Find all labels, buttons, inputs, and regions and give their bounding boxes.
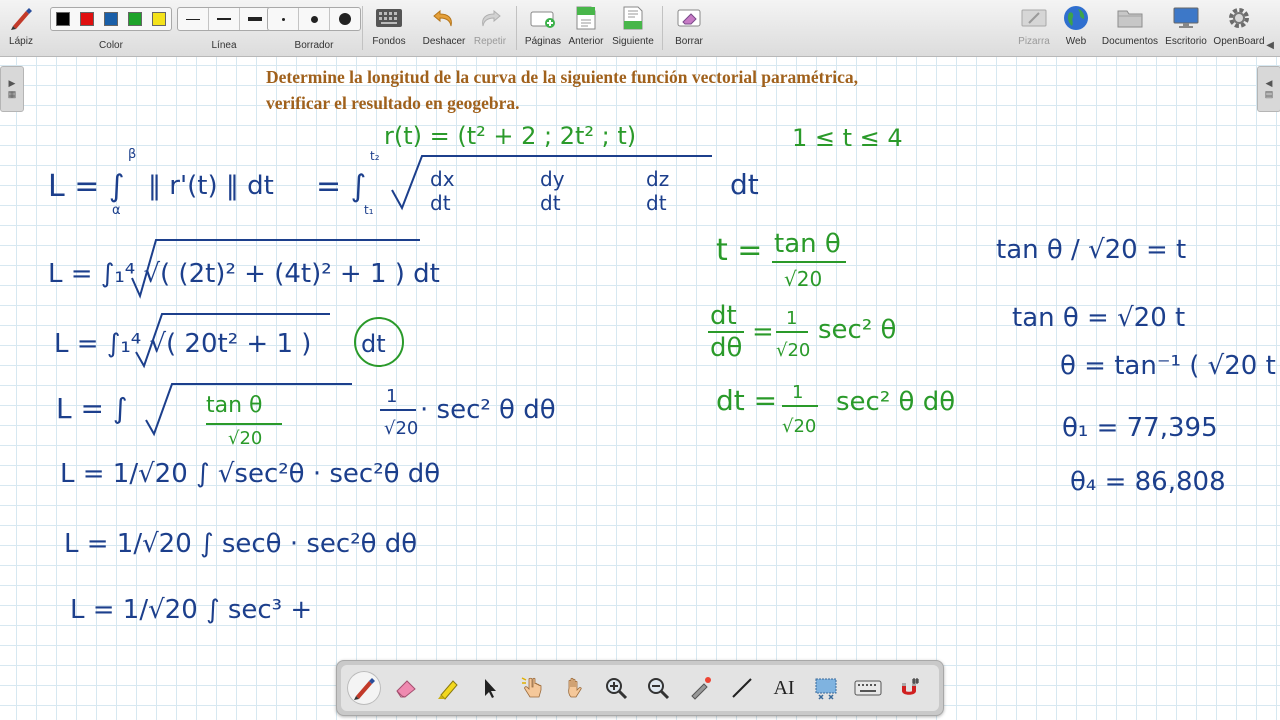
formula-l4-lhs: L = ∫ xyxy=(56,392,127,425)
substitution-3-rhs: sec² θ dθ xyxy=(836,387,955,417)
formula-l1-lower: α xyxy=(112,203,121,218)
formula-l4-rest: · sec² θ dθ xyxy=(420,395,556,425)
formula-l3: L = ∫₁⁴ √( 20t² + 1 ) xyxy=(54,329,311,359)
formula-l1-upper: β xyxy=(128,147,136,162)
substitution-2-dtheta: dθ xyxy=(710,333,742,363)
formula-l1-dy: dy xyxy=(540,167,565,191)
hand-icon xyxy=(568,677,582,698)
text-tool-button[interactable]: AI xyxy=(767,671,801,705)
pointing-hand-icon xyxy=(521,677,542,698)
pen-icon xyxy=(354,678,375,700)
equals-sign: = xyxy=(752,317,774,347)
right-note-2: tan θ = √20 t xyxy=(1012,303,1185,333)
substitution-2-one: 1 xyxy=(786,308,797,329)
cursor-arrow-icon xyxy=(485,679,496,698)
formula-l1-dz: dz xyxy=(646,167,669,191)
right-note-4: θ₁ = 77,395 xyxy=(1062,413,1218,443)
pen-tool-palette-button[interactable] xyxy=(347,671,381,705)
formula-l1-eq: = ∫ xyxy=(316,169,366,204)
formula-l1-t2: t₂ xyxy=(370,149,380,163)
substitution-1-den: √20 xyxy=(784,267,822,291)
stylus-palette: AI xyxy=(336,660,944,716)
formula-l4-factor-root: √20 xyxy=(384,418,418,439)
formula-l7: L = 1/√20 ∫ sec³ + xyxy=(70,595,312,625)
formula-l1-dt-2: dt xyxy=(540,191,561,215)
formula-l6: L = 1/√20 ∫ secθ · sec²θ dθ xyxy=(64,529,417,559)
selector-tool-button[interactable] xyxy=(473,671,507,705)
right-note-1: tan θ / √20 = t xyxy=(996,235,1186,265)
virtual-keyboard-button[interactable] xyxy=(851,671,885,705)
sub-tan-num: tan θ xyxy=(206,393,263,418)
text-icon: AI xyxy=(773,676,795,699)
handwriting-layer: L = ∫ α β ‖ r'(t) ‖ dt = ∫ t₁ t₂ dx dt d… xyxy=(48,122,1280,625)
line-icon xyxy=(732,678,752,698)
laser-pointer-icon xyxy=(691,677,711,700)
formula-l4-factor-one: 1 xyxy=(386,386,397,407)
formula-l3-dt: dt xyxy=(361,330,386,358)
substitution-3-lhs: dt = xyxy=(716,384,777,417)
zoom-out-icon xyxy=(648,678,670,700)
formula-l2: L = ∫₁⁴ √( (2t)² + (4t)² + 1 ) dt xyxy=(48,259,440,289)
highlighter-tool-button[interactable] xyxy=(431,671,465,705)
substitution-3-one: 1 xyxy=(792,382,803,403)
magnet-tool-button[interactable] xyxy=(893,671,927,705)
laser-pointer-button[interactable] xyxy=(683,671,717,705)
formula-l1-dt-3: dt xyxy=(646,191,667,215)
line-tool-button[interactable] xyxy=(725,671,759,705)
keyboard-icon xyxy=(854,680,882,696)
substitution-3-root: √20 xyxy=(782,416,816,437)
right-note-5: θ₄ = 86,808 xyxy=(1070,467,1226,497)
formula-l1-dt: dt xyxy=(730,168,759,201)
substitution-2-dt: dt xyxy=(710,301,737,331)
substitution-2-root: √20 xyxy=(776,340,810,361)
substitution-1-num: tan θ xyxy=(774,229,841,259)
formula-l1-dt-1: dt xyxy=(430,191,451,215)
vector-function: r(t) = (t² + 2 ; 2t² ; t) xyxy=(384,122,636,150)
capture-icon xyxy=(815,678,837,700)
parameter-interval: 1 ≤ t ≤ 4 xyxy=(792,124,903,152)
eraser-icon xyxy=(396,680,416,698)
zoom-in-icon xyxy=(606,678,628,700)
magnet-icon xyxy=(902,678,919,695)
substitution-1-lhs: t = xyxy=(716,233,762,268)
stylus-palette-inner: AI xyxy=(341,665,939,711)
interact-tool-button[interactable] xyxy=(515,671,549,705)
zoom-out-button[interactable] xyxy=(641,671,675,705)
substitution-2-rhs: sec² θ xyxy=(818,315,896,345)
eraser-tool-button[interactable] xyxy=(389,671,423,705)
highlighter-icon xyxy=(438,680,458,700)
formula-l1-dx: dx xyxy=(430,167,455,191)
formula-l1-lhs: L = ∫ xyxy=(48,169,125,204)
right-note-3: θ = tan⁻¹ ( √20 t ) xyxy=(1060,351,1280,381)
formula-l5: L = 1/√20 ∫ √sec²θ · sec²θ dθ xyxy=(60,459,440,489)
formula-l1-t1: t₁ xyxy=(364,203,374,217)
sub-tan-den: √20 xyxy=(228,428,262,449)
capture-tool-button[interactable] xyxy=(809,671,843,705)
zoom-in-button[interactable] xyxy=(599,671,633,705)
formula-l1-norm: ‖ r'(t) ‖ dt xyxy=(148,171,274,201)
hand-pan-tool-button[interactable] xyxy=(557,671,591,705)
